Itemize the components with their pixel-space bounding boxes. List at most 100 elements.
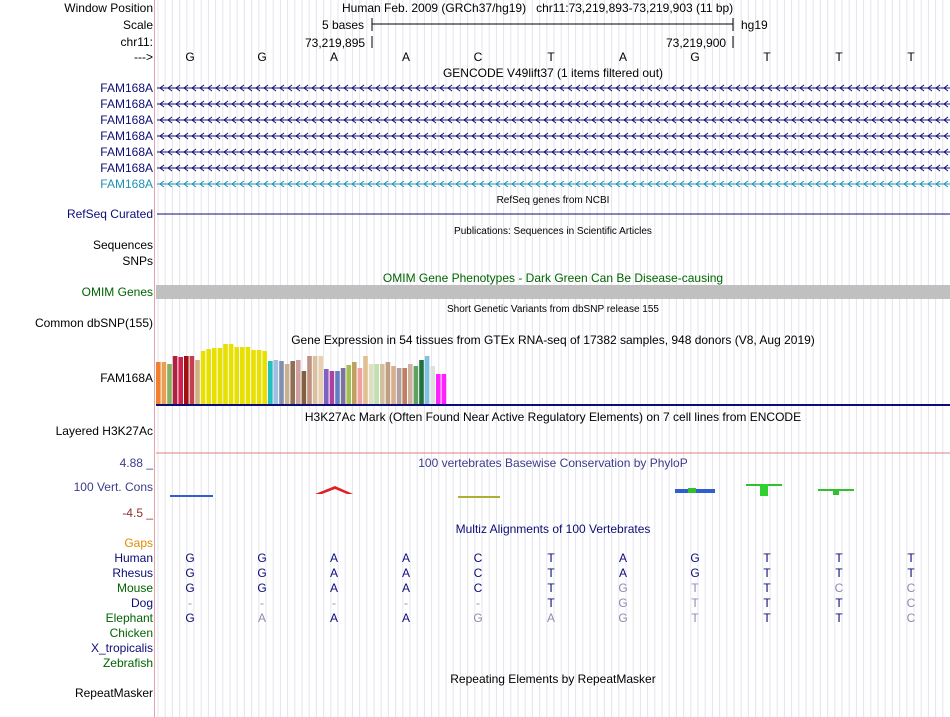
refseq-title[interactable]: RefSeq genes from NCBI xyxy=(156,194,950,208)
scale-text: 5 bases xyxy=(322,18,365,32)
species-label[interactable]: Elephant xyxy=(106,611,153,625)
gencode-item-label[interactable]: FAM168A xyxy=(100,161,153,175)
dbsnp-title[interactable]: Short Genetic Variants from dbSNP releas… xyxy=(156,303,950,317)
alignment-base: G xyxy=(257,566,267,580)
gencode-item-label[interactable]: FAM168A xyxy=(100,177,153,191)
gtex-bar xyxy=(268,361,273,404)
reference-base: G xyxy=(257,50,267,64)
gtex-bar xyxy=(430,366,435,404)
repeatmasker-label[interactable]: RepeatMasker xyxy=(75,686,153,700)
alignment-base: G xyxy=(618,581,628,595)
position-text: Human Feb. 2009 (GRCh37/hg19) chr11:73,2… xyxy=(342,1,734,15)
alignment-base: T xyxy=(907,551,915,565)
reference-sequence: GGAACTAGTTT xyxy=(156,50,950,64)
species-alignment-row: -----TGTTTC xyxy=(156,596,950,610)
phylop-mark xyxy=(760,484,768,496)
species-label[interactable]: Mouse xyxy=(117,581,153,595)
alignment-base: G xyxy=(185,566,195,580)
alignment-base: G xyxy=(618,611,628,625)
alignment-base: G xyxy=(185,581,195,595)
h3k27ac-label[interactable]: Layered H3K27Ac xyxy=(56,424,153,438)
species-label[interactable]: Zebrafish xyxy=(103,656,153,670)
gencode-item-label[interactable]: FAM168A xyxy=(100,145,153,159)
alignment-base: T xyxy=(691,581,699,595)
alignment-base: A xyxy=(618,566,627,580)
gtex-bar xyxy=(217,348,223,404)
publications-title[interactable]: Publications: Sequences in Scientific Ar… xyxy=(156,225,950,239)
gencode-title[interactable]: GENCODE V49lift37 (1 items filtered out) xyxy=(156,66,950,80)
omim-label[interactable]: OMIM Genes xyxy=(82,285,153,299)
omim-bar xyxy=(156,285,950,299)
reference-base: A xyxy=(618,50,627,64)
chrom-label: chr11: xyxy=(120,35,153,49)
gtex-bar xyxy=(273,360,279,404)
gtex-bar xyxy=(441,374,447,404)
gtex-bar xyxy=(340,368,346,404)
alignment-base: T xyxy=(763,566,771,580)
phylop-mark xyxy=(688,488,696,493)
species-label[interactable]: Human xyxy=(114,551,153,565)
gtex-bar xyxy=(206,349,211,404)
species-alignment-row: GGAACTAGTTT xyxy=(156,551,950,565)
alignment-base: A xyxy=(329,551,338,565)
refseq-label[interactable]: RefSeq Curated xyxy=(67,207,153,221)
alignment-base: A xyxy=(329,566,338,580)
alignment-base: G xyxy=(690,566,700,580)
reference-base: T xyxy=(547,50,555,64)
alignment-base: G xyxy=(257,551,267,565)
species-label[interactable]: Dog xyxy=(131,596,153,610)
repeatmasker-title[interactable]: Repeating Elements by RepeatMasker xyxy=(156,672,950,686)
reference-base: G xyxy=(690,50,700,64)
gencode-item-label[interactable]: FAM168A xyxy=(100,129,153,143)
reference-base: T xyxy=(907,50,915,64)
gtex-bar xyxy=(396,368,402,404)
gtex-bar xyxy=(357,368,363,404)
alignment-base: C xyxy=(473,581,483,595)
species-label[interactable]: X_tropicalis xyxy=(91,641,153,655)
db-text: hg19 xyxy=(741,18,768,32)
gtex-bar xyxy=(290,361,295,404)
alignment-base: A xyxy=(329,581,338,595)
alignment-base: - xyxy=(404,596,408,610)
gtex-label[interactable]: FAM168A xyxy=(100,371,153,385)
gencode-item-label[interactable]: FAM168A xyxy=(100,113,153,127)
gtex-bar xyxy=(413,366,419,404)
species-label[interactable]: Chicken xyxy=(110,626,153,640)
gtex-bar xyxy=(419,360,424,404)
alignment-base: C xyxy=(473,551,483,565)
gtex-bar xyxy=(368,364,374,404)
omim-title[interactable]: OMIM Gene Phenotypes - Dark Green Can Be… xyxy=(156,271,950,285)
gencode-item-label[interactable]: FAM168A xyxy=(100,81,153,95)
publications-sequences-label[interactable]: Sequences xyxy=(93,238,153,252)
gtex-bar xyxy=(223,344,228,404)
alignment-base: A xyxy=(401,611,410,625)
alignment-base: T xyxy=(907,566,915,580)
publications-snps-label[interactable]: SNPs xyxy=(122,254,153,268)
gtex-bar xyxy=(240,347,245,404)
alignment-base: C xyxy=(906,611,916,625)
phylop-label[interactable]: 100 Vert. Cons xyxy=(74,480,153,494)
gencode-item-label[interactable]: FAM168A xyxy=(100,97,153,111)
gtex-bar xyxy=(178,357,183,404)
h3k27ac-title[interactable]: H3K27Ac Mark (Often Found Near Active Re… xyxy=(156,410,950,424)
gtex-bar xyxy=(296,360,301,404)
gtex-bar xyxy=(391,366,396,404)
alignment-base: T xyxy=(547,566,555,580)
species-alignment-row: GGAACTAGTTT xyxy=(156,566,950,580)
alignment-base: A xyxy=(257,611,266,625)
gtex-bar xyxy=(312,356,318,404)
dbsnp-label[interactable]: Common dbSNP(155) xyxy=(35,316,153,330)
gtex-bar xyxy=(200,351,206,404)
gtex-bar xyxy=(228,344,234,404)
species-label[interactable]: Rhesus xyxy=(112,566,153,580)
gtex-bar xyxy=(189,356,195,404)
reference-base: T xyxy=(835,50,843,64)
gtex-bar xyxy=(251,350,256,404)
alignment-base: G xyxy=(257,581,267,595)
gtex-bar xyxy=(307,356,312,404)
multiz-title[interactable]: Multiz Alignments of 100 Vertebrates xyxy=(156,522,950,536)
gtex-bar xyxy=(284,364,290,404)
alignment-base: T xyxy=(835,551,843,565)
gtex-title[interactable]: Gene Expression in 54 tissues from GTEx … xyxy=(156,333,950,347)
phylop-title[interactable]: 100 vertebrates Basewise Conservation by… xyxy=(156,456,950,470)
